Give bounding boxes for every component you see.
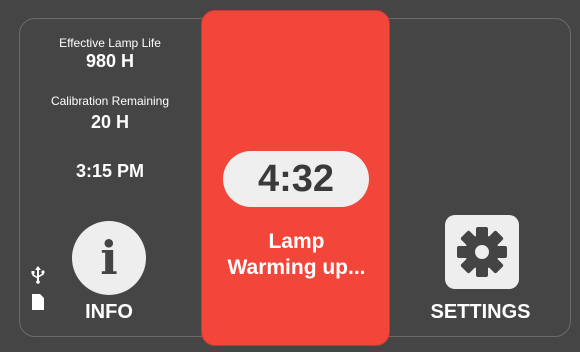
settings-button[interactable] xyxy=(445,215,519,289)
sd-card-icon xyxy=(32,294,44,310)
warmup-timer: 4:32 xyxy=(223,151,369,207)
settings-label[interactable]: SETTINGS xyxy=(390,301,571,324)
calibration-label: Calibration Remaining xyxy=(50,94,170,108)
gear-icon xyxy=(457,227,507,277)
info-icon: i xyxy=(100,231,118,285)
settings-panel: SETTINGS xyxy=(390,18,571,337)
usb-icon xyxy=(31,266,45,284)
lamp-life-value: 980 H xyxy=(85,51,135,71)
status-line-2: Warming up... xyxy=(227,256,366,279)
info-label[interactable]: INFO xyxy=(72,301,146,324)
info-panel: Effective Lamp Life 980 H Calibration Re… xyxy=(19,18,201,337)
lamp-life-label: Effective Lamp Life xyxy=(59,36,161,50)
calibration-value: 20 H xyxy=(90,112,130,132)
status-icons xyxy=(31,266,51,316)
info-button[interactable]: i xyxy=(72,221,146,295)
clock: 3:15 PM xyxy=(75,161,145,181)
status-line-1: Lamp xyxy=(268,230,325,253)
lamp-status-panel: 4:32 Lamp Warming up... xyxy=(201,10,390,346)
